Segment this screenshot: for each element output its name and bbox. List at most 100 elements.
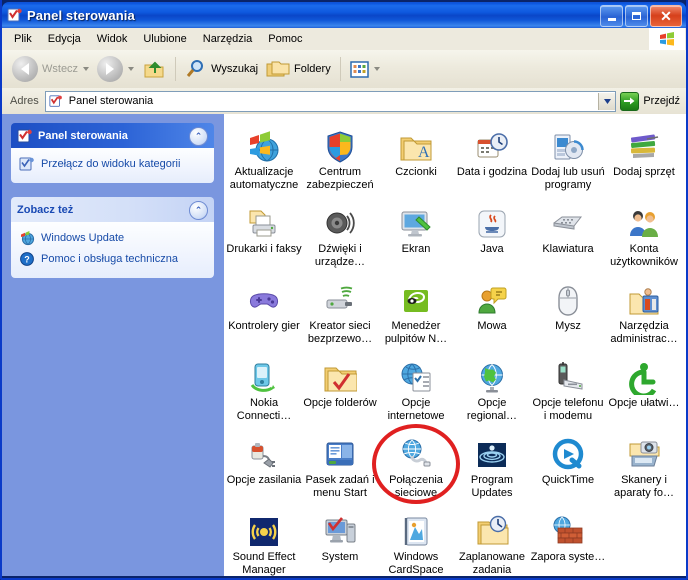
explorer-window: Panel sterowania ✕ Plik Edycja Widok Ulu… xyxy=(0,0,688,580)
control-panel-item[interactable]: Mowa xyxy=(454,274,530,333)
control-panel-item[interactable]: Nokia Connecti… xyxy=(226,351,302,422)
control-panel-item[interactable]: QuickTime xyxy=(530,428,606,487)
menu-item-file[interactable]: Plik xyxy=(6,31,40,47)
control-panel-item[interactable]: A Czcionki xyxy=(378,120,454,179)
control-panel-item[interactable]: Sound Effect Manager xyxy=(226,505,302,576)
control-panel-icon xyxy=(7,7,23,23)
maximize-button[interactable] xyxy=(625,5,648,27)
menu-item-favorites[interactable]: Ulubione xyxy=(135,31,194,47)
control-panel-task-panel: Panel sterowania ⌃ Przełącz do widoku ka… xyxy=(11,123,214,183)
control-panel-item[interactable]: System xyxy=(302,505,378,564)
folder-options-icon xyxy=(302,351,378,395)
control-panel-item[interactable]: Zapora syste… xyxy=(530,505,606,564)
control-panel-item[interactable]: Konta użytkowników xyxy=(606,197,682,268)
address-label: Adres xyxy=(10,95,39,107)
address-input[interactable]: Panel sterowania xyxy=(44,90,617,112)
control-panel-item[interactable]: Kreator sieci bezprzewo… xyxy=(302,274,378,345)
item-label: Pasek zadań i menu Start xyxy=(305,474,375,499)
item-label: Opcje internetowe xyxy=(387,397,445,422)
menu-item-tools[interactable]: Narzędzia xyxy=(195,31,261,47)
control-panel-item[interactable]: Opcje ułatwi… xyxy=(606,351,682,410)
menu-item-edit[interactable]: Edycja xyxy=(40,31,89,47)
regional-options-icon xyxy=(454,351,530,395)
sounds-audio-icon xyxy=(302,197,378,241)
control-panel-item[interactable]: Narzędzia administrac… xyxy=(606,274,682,345)
control-panel-item[interactable]: Program Updates xyxy=(454,428,530,499)
item-label: Skanery i aparaty fo… xyxy=(614,474,674,499)
menu-item-view[interactable]: Widok xyxy=(89,31,136,47)
control-panel-item[interactable]: Opcje regional… xyxy=(454,351,530,422)
panel-title: Zobacz też xyxy=(17,203,74,216)
control-panel-item[interactable]: Opcje telefonu i modemu xyxy=(530,351,606,422)
toolbar-separator xyxy=(339,57,341,81)
control-panel-item[interactable]: Centrum zabezpieczeń xyxy=(302,120,378,191)
control-panel-item[interactable]: Drukarki i faksy xyxy=(226,197,302,256)
panel-header[interactable]: Panel sterowania ⌃ xyxy=(11,123,214,148)
control-panel-item[interactable]: Dźwięki i urządze… xyxy=(302,197,378,268)
back-button[interactable]: Wstecz xyxy=(8,54,93,84)
icon-grid: Aktualizacje automatyczne Centrum zabezpi… xyxy=(224,114,686,576)
display-icon xyxy=(378,197,454,241)
control-panel-item[interactable]: Dodaj sprzęt xyxy=(606,120,682,179)
item-label: Nokia Connecti… xyxy=(236,397,292,422)
windows-update-icon xyxy=(19,230,35,246)
menu-item-help[interactable]: Pomoc xyxy=(260,31,310,47)
control-panel-item[interactable]: Klawiatura xyxy=(530,197,606,256)
control-panel-item[interactable]: Mysz xyxy=(530,274,606,333)
search-label: Wyszukaj xyxy=(211,63,259,75)
chevron-up-icon[interactable]: ⌃ xyxy=(189,127,208,146)
item-label: Klawiatura xyxy=(542,243,594,255)
panel-header[interactable]: Zobacz też ⌃ xyxy=(11,197,214,222)
automatic-updates-icon xyxy=(226,120,302,164)
control-panel-item[interactable]: Pasek zadań i menu Start xyxy=(302,428,378,499)
control-panel-item[interactable]: Opcje folderów xyxy=(302,351,378,410)
windows-cardspace-icon xyxy=(378,505,454,549)
control-panel-item[interactable]: Menedżer pulpitów N… xyxy=(378,274,454,345)
search-button[interactable]: Wyszukaj xyxy=(181,54,262,84)
link-switch-to-category-view[interactable]: Przełącz do widoku kategorii xyxy=(17,154,208,175)
link-help-and-support[interactable]: ? Pomoc i obsługa techniczna xyxy=(17,249,208,270)
item-label: Konta użytkowników xyxy=(610,243,678,268)
item-label: Aktualizacje automatyczne xyxy=(229,166,299,191)
control-panel-item[interactable]: Data i godzina xyxy=(454,120,530,179)
program-updates-icon xyxy=(454,428,530,472)
link-windows-update[interactable]: Windows Update xyxy=(17,228,208,249)
security-center-icon xyxy=(302,120,378,164)
folders-button[interactable]: Foldery xyxy=(262,54,335,84)
control-panel-item[interactable]: Ekran xyxy=(378,197,454,256)
address-bar: Adres Panel sterowania Przejdź xyxy=(2,88,686,115)
back-label: Wstecz xyxy=(42,63,79,75)
add-remove-programs-icon xyxy=(530,120,606,164)
control-panel-item[interactable]: Windows CardSpace xyxy=(378,505,454,576)
control-panel-item[interactable]: Dodaj lub usuń programy xyxy=(530,120,606,191)
control-panel-item[interactable]: Kontrolery gier xyxy=(226,274,302,333)
link-label: Przełącz do widoku kategorii xyxy=(41,158,181,170)
item-label: Data i godzina xyxy=(456,166,528,178)
control-panel-item[interactable]: Zaplanowane zadania xyxy=(454,505,530,576)
chevron-up-icon[interactable]: ⌃ xyxy=(189,201,208,220)
item-label: Sound Effect Manager xyxy=(232,551,296,576)
control-panel-item[interactable]: Java xyxy=(454,197,530,256)
views-button[interactable] xyxy=(346,54,384,84)
close-button[interactable]: ✕ xyxy=(650,5,682,27)
go-arrow-icon xyxy=(620,91,640,111)
see-also-panel: Zobacz też ⌃ Windows Update ? Pomoc i ob… xyxy=(11,197,214,278)
item-label: Menedżer pulpitów N… xyxy=(384,320,448,345)
control-panel-item[interactable]: Opcje zasilania xyxy=(226,428,302,487)
control-panel-item[interactable]: Skanery i aparaty fo… xyxy=(606,428,682,499)
item-label: Drukarki i faksy xyxy=(226,243,302,255)
minimize-button[interactable] xyxy=(600,5,623,27)
control-panel-item[interactable]: Połączenia sieciowe xyxy=(378,428,454,499)
link-label: Pomoc i obsługa techniczna xyxy=(41,253,178,265)
item-label: Windows CardSpace xyxy=(388,551,444,576)
go-button[interactable]: Przejdź xyxy=(616,91,686,111)
control-panel-item[interactable]: Aktualizacje automatyczne xyxy=(226,120,302,191)
wireless-network-wizard-icon xyxy=(302,274,378,318)
windows-flag-icon xyxy=(649,28,685,50)
add-hardware-icon xyxy=(606,120,682,164)
address-dropdown-button[interactable] xyxy=(598,92,616,110)
control-panel-item[interactable]: Opcje internetowe xyxy=(378,351,454,422)
speech-icon xyxy=(454,274,530,318)
forward-button[interactable] xyxy=(93,54,138,84)
up-button[interactable] xyxy=(138,54,170,84)
